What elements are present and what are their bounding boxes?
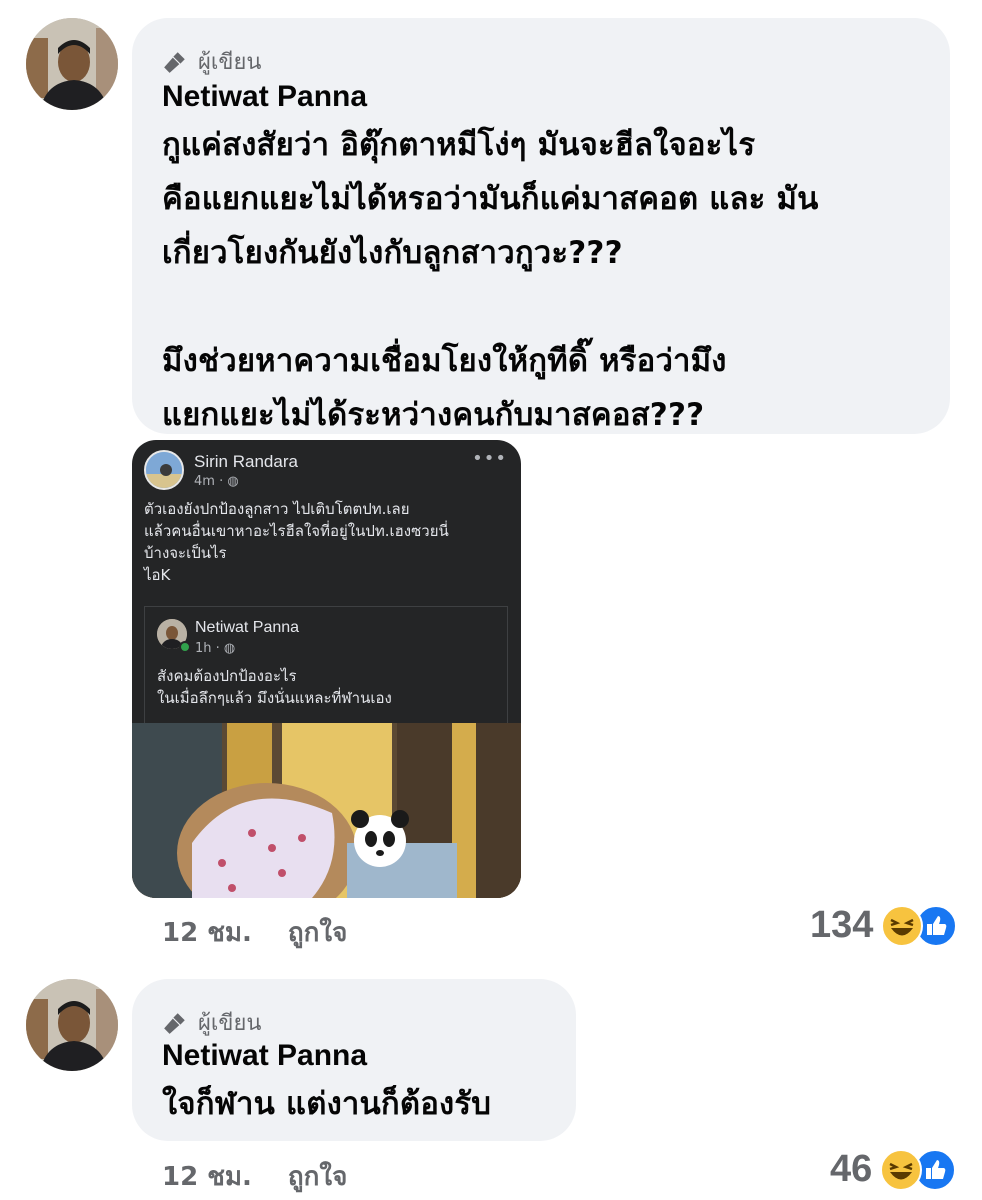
avatar-photo <box>26 979 118 1071</box>
comment-text: ใจก็ฬาน แต่งานก็ต้องรับ <box>162 1086 492 1122</box>
embedded-post-author: Sirin Randara <box>194 452 298 471</box>
reaction-summary[interactable]: 134 <box>810 904 958 947</box>
commenter-name[interactable]: Netiwat Panna <box>162 80 367 114</box>
reaction-summary[interactable]: 46 <box>830 1148 957 1191</box>
avatar <box>144 450 184 490</box>
comment-bubble: ผู้เขียน Netiwat Panna ใจก็ฬาน แต่งานก็ต… <box>132 979 576 1141</box>
quoted-post-text: สังคมต้องปกป้องอะไร ในเมื่อลึกๆแล้ว มึงน… <box>157 667 392 707</box>
embedded-post-text: ตัวเองยังปกป้องลูกสาว ไปเติบโตตปท.เลย แล… <box>144 500 449 584</box>
avatar-photo <box>26 18 118 110</box>
mascot-photo <box>132 723 521 898</box>
comment-actions: 12 ชม. ถูกใจ <box>162 912 347 953</box>
commenter-name[interactable]: Netiwat Panna <box>162 1039 367 1073</box>
avatar[interactable] <box>26 979 118 1071</box>
embedded-post-screenshot[interactable]: Sirin Randara 4m · ◍ ••• ตัวเองยังปกป้อง… <box>132 440 521 898</box>
haha-icon <box>881 904 924 947</box>
author-badge: ผู้เขียน <box>162 1005 261 1040</box>
comment-time[interactable]: 12 ชม. <box>162 912 252 953</box>
author-badge-label: ผู้เขียน <box>198 1011 262 1036</box>
online-status-dot <box>179 641 191 653</box>
microphone-icon <box>164 51 185 73</box>
microphone-icon <box>164 1012 185 1034</box>
comment-time[interactable]: 12 ชม. <box>162 1156 252 1197</box>
comment-bubble: ผู้เขียน Netiwat Panna กูแค่สงสัยว่า อิต… <box>132 18 950 434</box>
avatar[interactable] <box>26 18 118 110</box>
author-badge: ผู้เขียน <box>162 44 261 79</box>
reaction-count: 46 <box>830 1148 873 1190</box>
haha-icon <box>880 1148 923 1191</box>
like-button[interactable]: ถูกใจ <box>288 912 347 953</box>
globe-icon: ◍ <box>227 474 239 489</box>
author-badge-label: ผู้เขียน <box>198 50 262 75</box>
quoted-post-author: Netiwat Panna <box>195 619 300 636</box>
globe-icon: ◍ <box>223 641 236 656</box>
more-options-icon: ••• <box>472 448 507 469</box>
quoted-post-time: 1h · ◍ <box>195 641 236 656</box>
comment-text: กูแค่สงสัยว่า อิตุ๊กตาหมีโง่ๆ มันจะฮีลใจ… <box>162 127 819 433</box>
reaction-count: 134 <box>810 904 874 946</box>
like-button[interactable]: ถูกใจ <box>288 1156 347 1197</box>
embedded-post-time: 4m · ◍ <box>194 474 239 489</box>
comment-actions: 12 ชม. ถูกใจ <box>162 1156 347 1197</box>
